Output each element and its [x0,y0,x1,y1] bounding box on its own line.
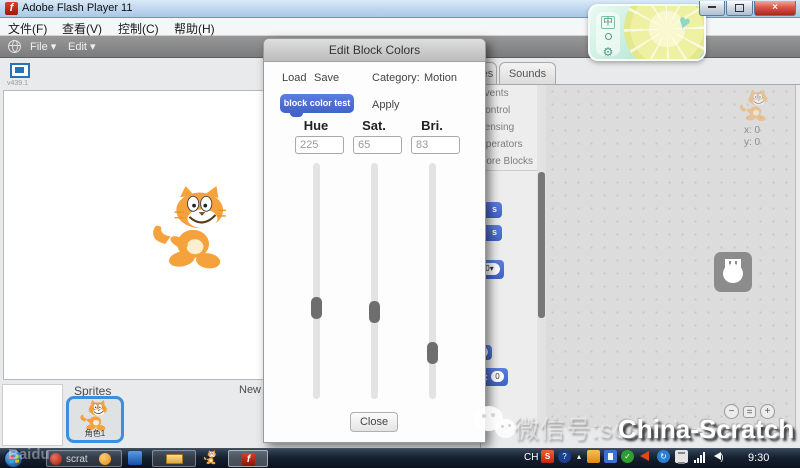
tray-clock[interactable]: 9:30 [748,452,769,464]
block-preview[interactable]: block color test [280,94,354,113]
tray-help-icon[interactable]: ? [558,450,571,463]
chinese-mode-icon[interactable]: 中 [601,16,615,29]
tray-security-icon[interactable] [587,450,600,463]
language-globe-icon[interactable] [8,40,21,53]
sprite-watermark-cat [738,87,774,125]
taskbar-app-blue-icon[interactable] [128,451,142,465]
version-label: v439.1 [7,80,28,87]
taskbar-scratch-cat-icon[interactable] [203,450,219,465]
chevron-down-icon: ▾ [90,41,96,53]
menu-view[interactable]: 查看(V) [62,20,102,37]
tab-sounds[interactable]: Sounds [499,62,556,84]
taskbar-explorer-button[interactable] [152,450,196,467]
load-button[interactable]: Load [282,72,306,84]
tray-usb-icon[interactable] [604,450,617,463]
file-dropdown[interactable]: File ▾ [30,40,56,53]
chevron-down-icon: ▾ [51,41,57,53]
punctuation-icon[interactable] [605,33,612,40]
menu-help[interactable]: 帮助(H) [174,20,215,37]
edit-dropdown[interactable]: Edit ▾ [68,40,96,53]
sprite-x-readout: x: 0 [744,125,760,136]
edit-block-colors-dialog: Edit Block Colors Load Save Category: Mo… [263,38,486,443]
folder-icon [166,454,183,464]
hue-slider-thumb[interactable] [311,297,322,319]
bri-input[interactable] [411,136,460,154]
sat-header: Sat. [354,118,394,133]
save-button[interactable]: Save [314,72,339,84]
sprite-thumbnail-selected[interactable]: 角色1 [66,396,124,443]
tray-sogou-icon[interactable]: S [541,450,554,463]
new-sprite-label[interactable]: New [239,384,261,396]
ime-settings-gear-icon[interactable]: ⚙ [603,45,614,59]
y-input[interactable]: 0 [491,371,504,382]
scripts-area[interactable]: x: 0 y: 0 [546,85,795,428]
ime-status-bar[interactable]: 中 ⚙ [596,12,620,56]
sat-slider-thumb[interactable] [369,301,380,323]
small-stage-layout-icon[interactable] [10,63,30,78]
palette-separator [481,170,537,171]
ghost-text-watermark: Baidu [8,446,50,463]
flash-app-icon: f [5,2,18,15]
sat-slider-track[interactable] [371,163,378,399]
hue-header: Hue [296,118,336,133]
category-more-blocks[interactable]: More Blocks [478,156,533,167]
minimize-button[interactable] [699,1,725,16]
taskbar-app-label: scrat [66,454,88,465]
taskbar-flash-button[interactable]: f [228,450,268,467]
tray-network-icon[interactable] [694,452,708,463]
minimize-icon [708,6,716,8]
bri-header: Bri. [412,118,452,133]
app-icon [99,453,111,465]
menu-control[interactable]: 控制(C) [118,20,159,37]
tray-volume-icon[interactable]: ) [712,450,725,463]
tray-safety-check-icon[interactable]: ✓ [621,450,634,463]
menu-file[interactable]: 文件(F) [8,20,47,37]
close-button[interactable]: × [754,1,796,16]
scratch-cat-sprite[interactable] [147,186,243,272]
window-title: Adobe Flash Player 11 [22,2,132,14]
stage-thumbnail-area[interactable] [2,384,63,446]
sat-input[interactable] [353,136,402,154]
tray-language-indicator[interactable]: CH [524,452,538,463]
dropdown-arrow-icon: ▾ [490,264,494,273]
hue-slider-track[interactable] [313,163,320,399]
apply-button[interactable]: Apply [372,99,400,111]
mouse-icon [714,252,752,292]
sprite-name: 角色1 [69,428,121,439]
dialog-titlebar[interactable]: Edit Block Colors [264,39,485,62]
hue-input[interactable] [295,136,344,154]
ime-skin-widget[interactable]: ♥ 中 ⚙ [588,4,706,61]
tray-alert-icon[interactable] [638,450,651,463]
tray-show-hidden-icon[interactable]: ▴ [574,450,584,463]
taskbar-app-browser[interactable]: scrat [46,450,122,467]
china-scratch-watermark: China-Scratch [618,414,794,445]
bri-slider-thumb[interactable] [427,342,438,364]
dialog-close-button[interactable]: Close [350,412,398,432]
tray-sync-icon[interactable]: ↻ [657,450,670,463]
desktop-screen: f Adobe Flash Player 11 × 文件(F) 查看(V) 控制… [0,0,800,468]
sprite-y-readout: y: 0 [744,137,760,148]
restore-button[interactable] [726,1,753,16]
app-icon [50,453,62,465]
category-label: Category: [372,72,420,84]
restore-icon [735,4,744,12]
palette-scrollbar-thumb[interactable] [538,172,545,318]
scripts-scrollbar-strip[interactable] [795,85,800,428]
close-icon: × [772,2,778,13]
category-value[interactable]: Motion [424,72,457,84]
flash-icon: f [242,453,255,466]
tray-clipboard-icon[interactable] [675,450,688,463]
